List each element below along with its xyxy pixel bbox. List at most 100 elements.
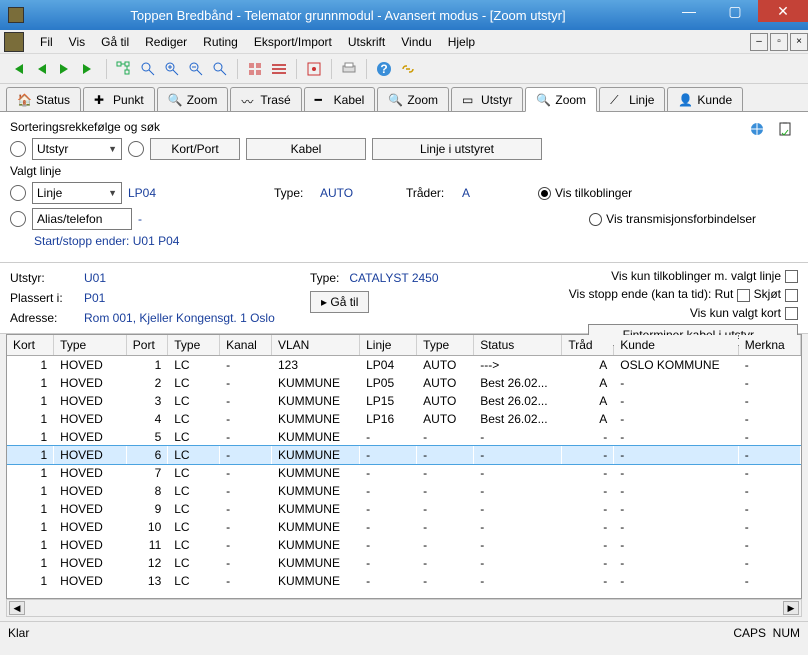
table-row[interactable]: 1HOVED10LC-KUMMUNE------ xyxy=(7,518,801,536)
mdi-close[interactable]: × xyxy=(790,33,808,51)
zoom-reset-icon[interactable] xyxy=(209,58,231,80)
menu-rediger[interactable]: Rediger xyxy=(137,33,195,51)
valgt-title: Valgt linje xyxy=(10,164,798,178)
tab-icon: 🔍 xyxy=(168,93,182,107)
col-type[interactable]: Type xyxy=(168,335,220,356)
linje-combo[interactable]: Linje▼ xyxy=(32,182,122,204)
trader-label: Tråder: xyxy=(406,186,456,200)
mdi-restore[interactable]: ▫ xyxy=(770,33,788,51)
oval-button-1[interactable] xyxy=(10,141,26,157)
scroll-right-icon[interactable]: ▶ xyxy=(783,601,799,615)
table-row[interactable]: 1HOVED2LC-KUMMUNELP05AUTOBest 26.02...A-… xyxy=(7,374,801,392)
table-row[interactable]: 1HOVED12LC-KUMMUNE------ xyxy=(7,554,801,572)
kabel-button[interactable]: Kabel xyxy=(246,138,366,160)
tab-linje-8[interactable]: ⟋Linje xyxy=(599,87,665,111)
menu-fil[interactable]: Fil xyxy=(32,33,61,51)
col-type[interactable]: Type xyxy=(417,335,474,356)
chk-valgt-linje[interactable] xyxy=(785,270,798,283)
alias-input[interactable]: Alias/telefon xyxy=(32,208,132,230)
table-row[interactable]: 1HOVED6LC-KUMMUNE------ xyxy=(7,446,801,464)
radio-tilkoblinger[interactable] xyxy=(538,187,551,200)
nav-next-icon[interactable] xyxy=(54,58,76,80)
globe-icon[interactable] xyxy=(746,118,768,140)
info-panel: Utstyr:U01 Plassert i:P01 Adresse:Rom 00… xyxy=(0,263,808,334)
menu-ruting[interactable]: Ruting xyxy=(195,33,246,51)
chk-skjot[interactable] xyxy=(785,289,798,302)
scroll-left-icon[interactable]: ◀ xyxy=(9,601,25,615)
link-icon[interactable] xyxy=(397,58,419,80)
utstyr-combo[interactable]: Utstyr▼ xyxy=(32,138,122,160)
menu-eksport/import[interactable]: Eksport/Import xyxy=(246,33,340,51)
radio-transmisjon[interactable] xyxy=(589,213,602,226)
print-icon[interactable] xyxy=(338,58,360,80)
menu-vindu[interactable]: Vindu xyxy=(393,33,439,51)
oval-button-3[interactable] xyxy=(10,185,26,201)
menu-app-icon xyxy=(4,32,24,52)
table-row[interactable]: 1HOVED11LC-KUMMUNE------ xyxy=(7,536,801,554)
zoom-in-icon[interactable] xyxy=(161,58,183,80)
nav-prev-icon[interactable] xyxy=(30,58,52,80)
tab-trasé-3[interactable]: 〰Trasé xyxy=(230,87,301,111)
table-row[interactable]: 1HOVED5LC-KUMMUNE------ xyxy=(7,428,801,446)
tabbar: 🏠Status✚Punkt🔍Zoom〰Trasé━Kabel🔍Zoom▭Utst… xyxy=(0,84,808,112)
col-status[interactable]: Status xyxy=(474,335,562,356)
table-row[interactable]: 1HOVED3LC-KUMMUNELP15AUTOBest 26.02...A-… xyxy=(7,392,801,410)
table-row[interactable]: 1HOVED13LC-KUMMUNE------ xyxy=(7,572,801,590)
target-icon[interactable] xyxy=(303,58,325,80)
oval-button-4[interactable] xyxy=(10,211,26,227)
tab-kunde-9[interactable]: 👤Kunde xyxy=(667,87,743,111)
data-table[interactable]: KortTypePortTypeKanalVLANLinjeTypeStatus… xyxy=(6,334,802,599)
chk-rut[interactable] xyxy=(737,289,750,302)
tab-zoom-7[interactable]: 🔍Zoom xyxy=(525,87,597,112)
tab-utstyr-6[interactable]: ▭Utstyr xyxy=(451,87,523,111)
col-port[interactable]: Port xyxy=(126,335,167,356)
minimize-button[interactable]: — xyxy=(666,0,712,22)
sort-panel: Sorteringsrekkefølge og søk Utstyr▼ Kort… xyxy=(0,112,808,263)
list-icon[interactable] xyxy=(268,58,290,80)
zoom-out-all-icon[interactable] xyxy=(137,58,159,80)
col-kanal[interactable]: Kanal xyxy=(220,335,272,356)
chk-valgt-kort[interactable] xyxy=(785,307,798,320)
tab-status-0[interactable]: 🏠Status xyxy=(6,87,81,111)
nav-first-icon[interactable] xyxy=(6,58,28,80)
mdi-minimize[interactable]: – xyxy=(750,33,768,51)
linje-utstyr-button[interactable]: Linje i utstyret xyxy=(372,138,542,160)
tab-zoom-2[interactable]: 🔍Zoom xyxy=(157,87,229,111)
table-row[interactable]: 1HOVED4LC-KUMMUNELP16AUTOBest 26.02...A-… xyxy=(7,410,801,428)
col-vlan[interactable]: VLAN xyxy=(271,335,359,356)
alias-value: - xyxy=(138,212,142,226)
plassert-value: P01 xyxy=(84,291,105,305)
close-button[interactable]: ✕ xyxy=(758,0,808,22)
tab-kabel-4[interactable]: ━Kabel xyxy=(304,87,376,111)
tab-punkt-1[interactable]: ✚Punkt xyxy=(83,87,155,111)
horizontal-scrollbar[interactable]: ◀ ▶ xyxy=(6,599,802,617)
maximize-button[interactable]: ▢ xyxy=(712,0,758,22)
menu-vis[interactable]: Vis xyxy=(61,33,93,51)
kortport-button[interactable]: Kort/Port xyxy=(150,138,240,160)
gatil-button[interactable]: ▸ Gå til xyxy=(310,291,369,313)
col-kunde[interactable]: Kunde xyxy=(614,335,738,356)
tree-icon[interactable] xyxy=(113,58,135,80)
svg-text:?: ? xyxy=(380,62,387,76)
menu-utskrift[interactable]: Utskrift xyxy=(340,33,393,51)
col-merkna[interactable]: Merkna xyxy=(738,335,800,356)
status-text: Klar xyxy=(8,626,29,640)
nav-last-icon[interactable] xyxy=(78,58,100,80)
clipboard-icon[interactable] xyxy=(774,118,796,140)
table-row[interactable]: 1HOVED8LC-KUMMUNE------ xyxy=(7,482,801,500)
help-icon[interactable]: ? xyxy=(373,58,395,80)
grid-icon[interactable] xyxy=(244,58,266,80)
table-row[interactable]: 1HOVED1LC-123LP04AUTO--->AOSLO KOMMUNE- xyxy=(7,356,801,375)
toolbar: ? xyxy=(0,54,808,84)
table-row[interactable]: 1HOVED9LC-KUMMUNE------ xyxy=(7,500,801,518)
tab-zoom-5[interactable]: 🔍Zoom xyxy=(377,87,449,111)
oval-button-2[interactable] xyxy=(128,141,144,157)
col-kort[interactable]: Kort xyxy=(7,335,54,356)
zoom-out-icon[interactable] xyxy=(185,58,207,80)
col-type[interactable]: Type xyxy=(54,335,127,356)
col-linje[interactable]: Linje xyxy=(360,335,417,356)
table-row[interactable]: 1HOVED7LC-KUMMUNE------ xyxy=(7,464,801,482)
col-tråd[interactable]: Tråd xyxy=(562,335,614,356)
menu-gå til[interactable]: Gå til xyxy=(93,33,137,51)
menu-hjelp[interactable]: Hjelp xyxy=(440,33,483,51)
